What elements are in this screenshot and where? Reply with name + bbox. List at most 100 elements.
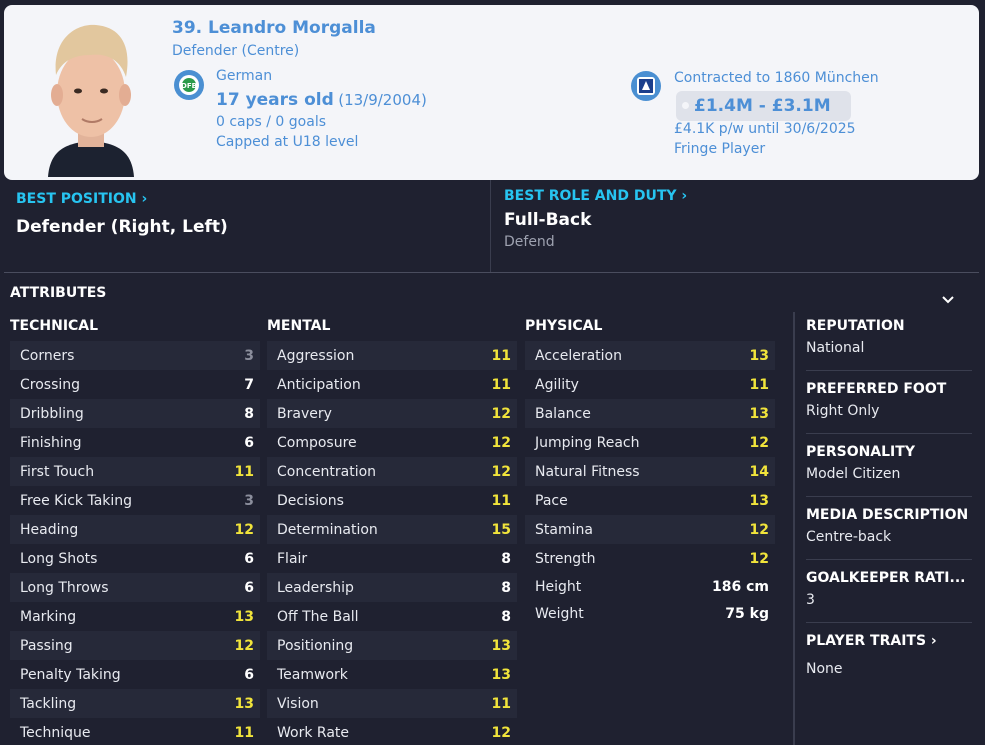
attribute-row[interactable]: Natural Fitness 14 (525, 457, 775, 486)
attribute-name: Balance (535, 405, 591, 422)
attribute-value: 11 (491, 347, 511, 364)
attribute-row[interactable]: Strength 12 (525, 544, 775, 573)
player-header-card: 39. Leandro Morgalla Defender (Centre) D… (4, 5, 979, 180)
attribute-name: Composure (277, 434, 357, 451)
attribute-row[interactable]: Aggression 11 (267, 341, 517, 370)
attribute-value: 12 (749, 434, 769, 451)
physical-title: PHYSICAL (525, 318, 603, 334)
attribute-value: 11 (491, 695, 511, 712)
attribute-name: Long Shots (20, 550, 98, 567)
attribute-value: 11 (749, 376, 769, 393)
attribute-name: Natural Fitness (535, 463, 640, 480)
attribute-row[interactable]: Technique 11 (10, 718, 260, 745)
attribute-row[interactable]: Composure 12 (267, 428, 517, 457)
attribute-name: Technique (20, 724, 91, 741)
german-fa-badge[interactable]: DFB (174, 70, 204, 100)
attribute-value: 12 (234, 637, 254, 654)
attribute-name: Crossing (20, 376, 81, 393)
attribute-row[interactable]: First Touch 11 (10, 457, 260, 486)
attribute-row[interactable]: Off The Ball 8 (267, 602, 517, 631)
attribute-row[interactable]: Positioning 13 (267, 631, 517, 660)
physical-attributes: Acceleration 13 Agility 11 Balance 13 Jumping … (525, 341, 775, 573)
attribute-row[interactable]: Long Throws 6 (10, 573, 260, 602)
chevron-down-icon[interactable] (940, 292, 956, 308)
player-traits-value: None (806, 661, 843, 677)
attribute-name: Anticipation (277, 376, 361, 393)
goalkeeper-rating-value: 3 (806, 592, 815, 608)
attribute-row[interactable]: Decisions 11 (267, 486, 517, 515)
attribute-value: 11 (234, 724, 254, 741)
attribute-value: 15 (491, 521, 511, 538)
attribute-row[interactable]: Leadership 8 (267, 573, 517, 602)
attribute-row[interactable]: Vision 11 (267, 689, 517, 718)
attribute-value: 8 (501, 608, 511, 625)
attribute-name: Tackling (20, 695, 77, 712)
attribute-row[interactable]: Concentration 12 (267, 457, 517, 486)
attribute-value: 13 (749, 405, 769, 422)
reputation-value: National (806, 340, 865, 356)
attribute-row[interactable]: Balance 13 (525, 399, 775, 428)
attribute-row[interactable]: Acceleration 13 (525, 341, 775, 370)
media-description-label: MEDIA DESCRIPTION (806, 507, 969, 523)
club-badge-1860[interactable] (631, 71, 661, 101)
divider (806, 370, 972, 371)
attribute-row[interactable]: Dribbling 8 (10, 399, 260, 428)
attribute-row[interactable]: Corners 3 (10, 341, 260, 370)
attribute-name: Aggression (277, 347, 355, 364)
height-label: Height (535, 579, 582, 595)
attribute-row[interactable]: Free Kick Taking 3 (10, 486, 260, 515)
attribute-name: Positioning (277, 637, 354, 654)
attribute-row[interactable]: Bravery 12 (267, 399, 517, 428)
attribute-row[interactable]: Agility 11 (525, 370, 775, 399)
attribute-value: 12 (749, 521, 769, 538)
attribute-name: Pace (535, 492, 568, 509)
attribute-row[interactable]: Anticipation 11 (267, 370, 517, 399)
attribute-row[interactable]: Tackling 13 (10, 689, 260, 718)
attribute-row[interactable]: Marking 13 (10, 602, 260, 631)
media-description-block: MEDIA DESCRIPTION Centre-back (806, 507, 972, 545)
divider (806, 433, 972, 434)
preferred-foot-block: PREFERRED FOOT Right Only (806, 381, 972, 419)
attribute-name: Free Kick Taking (20, 492, 133, 509)
attribute-row[interactable]: Finishing 6 (10, 428, 260, 457)
player-nationality[interactable]: German (216, 68, 272, 84)
attribute-row[interactable]: Flair 8 (267, 544, 517, 573)
best-position-link[interactable]: BEST POSITION › (16, 191, 147, 207)
personality-value: Model Citizen (806, 466, 901, 482)
attribute-row[interactable]: Teamwork 13 (267, 660, 517, 689)
attribute-row[interactable]: Stamina 12 (525, 515, 775, 544)
attribute-row[interactable]: Heading 12 (10, 515, 260, 544)
attribute-row[interactable]: Long Shots 6 (10, 544, 260, 573)
attribute-row[interactable]: Determination 15 (267, 515, 517, 544)
media-description-value: Centre-back (806, 529, 892, 545)
player-name[interactable]: 39. Leandro Morgalla (172, 18, 376, 38)
attribute-name: Long Throws (20, 579, 109, 596)
attribute-value: 13 (491, 666, 511, 683)
best-position-value: Defender (Right, Left) (16, 217, 228, 237)
transfer-value[interactable]: £1.4M - £3.1M (676, 91, 851, 121)
attribute-row[interactable]: Crossing 7 (10, 370, 260, 399)
mental-attributes: Aggression 11 Anticipation 11 Bravery 12 Compo… (267, 341, 517, 745)
player-dob: (13/9/2004) (338, 91, 427, 109)
attribute-row[interactable]: Work Rate 12 (267, 718, 517, 745)
player-wage: £4.1K p/w until 30/6/2025 (674, 121, 856, 137)
reputation-label: REPUTATION (806, 318, 905, 334)
player-traits-block[interactable]: PLAYER TRAITS › None (806, 633, 972, 677)
attribute-name: Strength (535, 550, 596, 567)
attribute-value: 13 (491, 637, 511, 654)
attribute-row[interactable]: Pace 13 (525, 486, 775, 515)
attribute-value: 6 (244, 434, 254, 451)
attribute-row[interactable]: Penalty Taking 6 (10, 660, 260, 689)
attribute-row[interactable]: Passing 12 (10, 631, 260, 660)
attribute-row[interactable]: Jumping Reach 12 (525, 428, 775, 457)
mental-title: MENTAL (267, 318, 331, 334)
player-traits-link[interactable]: PLAYER TRAITS › (806, 633, 972, 649)
reputation-block: REPUTATION National (806, 318, 972, 356)
goalkeeper-rating-block: GOALKEEPER RATI... 3 (806, 570, 972, 608)
player-contract[interactable]: Contracted to 1860 München (674, 70, 879, 86)
player-portrait (48, 24, 134, 177)
best-role-link[interactable]: BEST ROLE AND DUTY › (504, 188, 687, 204)
attribute-name: Flair (277, 550, 308, 567)
attribute-name: Vision (277, 695, 319, 712)
attribute-name: Dribbling (20, 405, 84, 422)
